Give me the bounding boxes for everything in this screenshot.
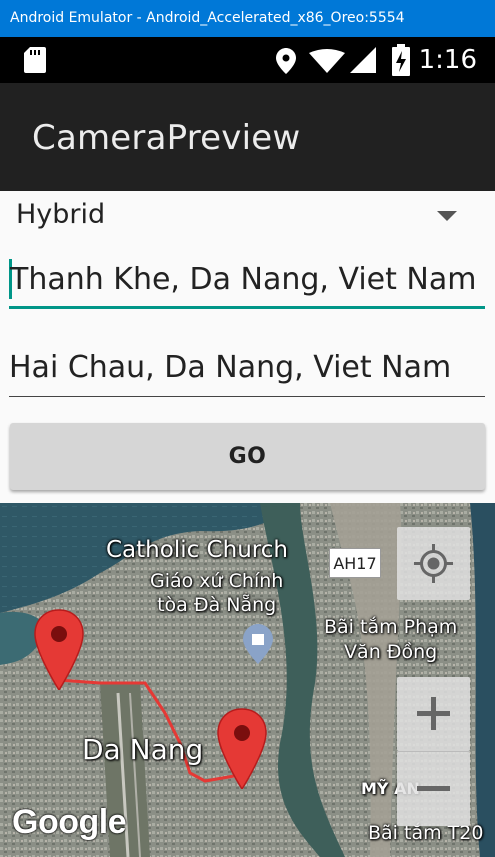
my-location-button[interactable] — [397, 527, 470, 600]
map-view[interactable]: Catholic Church Giáo xứ Chính tòa Đà Nẵn… — [0, 503, 495, 857]
sd-card-icon — [24, 47, 46, 73]
to-address-text: Hai Chau, Da Nang, Viet Nam — [9, 350, 452, 385]
app-title: CameraPreview — [32, 118, 301, 158]
start-marker-icon[interactable] — [33, 608, 85, 690]
poi-marker-icon[interactable] — [243, 624, 273, 664]
wifi-icon — [309, 49, 345, 73]
map-type-spinner[interactable]: Hybrid — [0, 191, 495, 239]
map-label-city: Da Nang — [82, 733, 204, 766]
map-label-beach-line1: Bãi tắm Phạm — [324, 616, 458, 638]
map-label-church-local-line2: tòa Đà Nẵng — [157, 594, 277, 616]
zoom-out-button[interactable] — [397, 752, 470, 826]
map-label-church-local-line1: Giáo xứ Chính — [150, 570, 284, 592]
status-bar: 1:16 — [0, 37, 495, 83]
minus-icon — [417, 786, 450, 791]
my-location-icon — [414, 544, 453, 583]
map-label-beach-line2: Văn Đồng — [344, 641, 438, 663]
app-bar: CameraPreview — [0, 83, 495, 191]
go-button[interactable]: GO — [10, 423, 485, 490]
map-label-church-local: Giáo xứ Chính tòa Đà Nẵng — [150, 569, 283, 617]
dropdown-arrow-icon — [437, 211, 457, 221]
battery-charging-icon — [392, 44, 410, 76]
map-label-beach: Bãi tắm Phạm Văn Đồng — [324, 615, 457, 665]
emulator-window-title: Android Emulator - Android_Accelerated_x… — [0, 0, 495, 37]
road-shield: AH17 — [329, 548, 381, 578]
signal-icon — [350, 47, 376, 73]
google-logo: Google — [12, 803, 127, 841]
clock: 1:16 — [418, 45, 477, 75]
map-label-church: Catholic Church — [106, 537, 288, 563]
from-address-input[interactable]: Thanh Khe, Da Nang, Viet Nam — [9, 251, 485, 309]
plus-icon — [417, 697, 450, 730]
end-marker-icon[interactable] — [216, 707, 268, 789]
zoom-in-button[interactable] — [397, 677, 470, 751]
to-address-input[interactable]: Hai Chau, Da Nang, Viet Nam — [9, 339, 485, 397]
from-address-text: Thanh Khe, Da Nang, Viet Nam — [10, 262, 477, 297]
map-type-value: Hybrid — [16, 199, 106, 230]
route-form: Hybrid Thanh Khe, Da Nang, Viet Nam Hai … — [0, 191, 495, 503]
location-icon — [276, 48, 296, 74]
